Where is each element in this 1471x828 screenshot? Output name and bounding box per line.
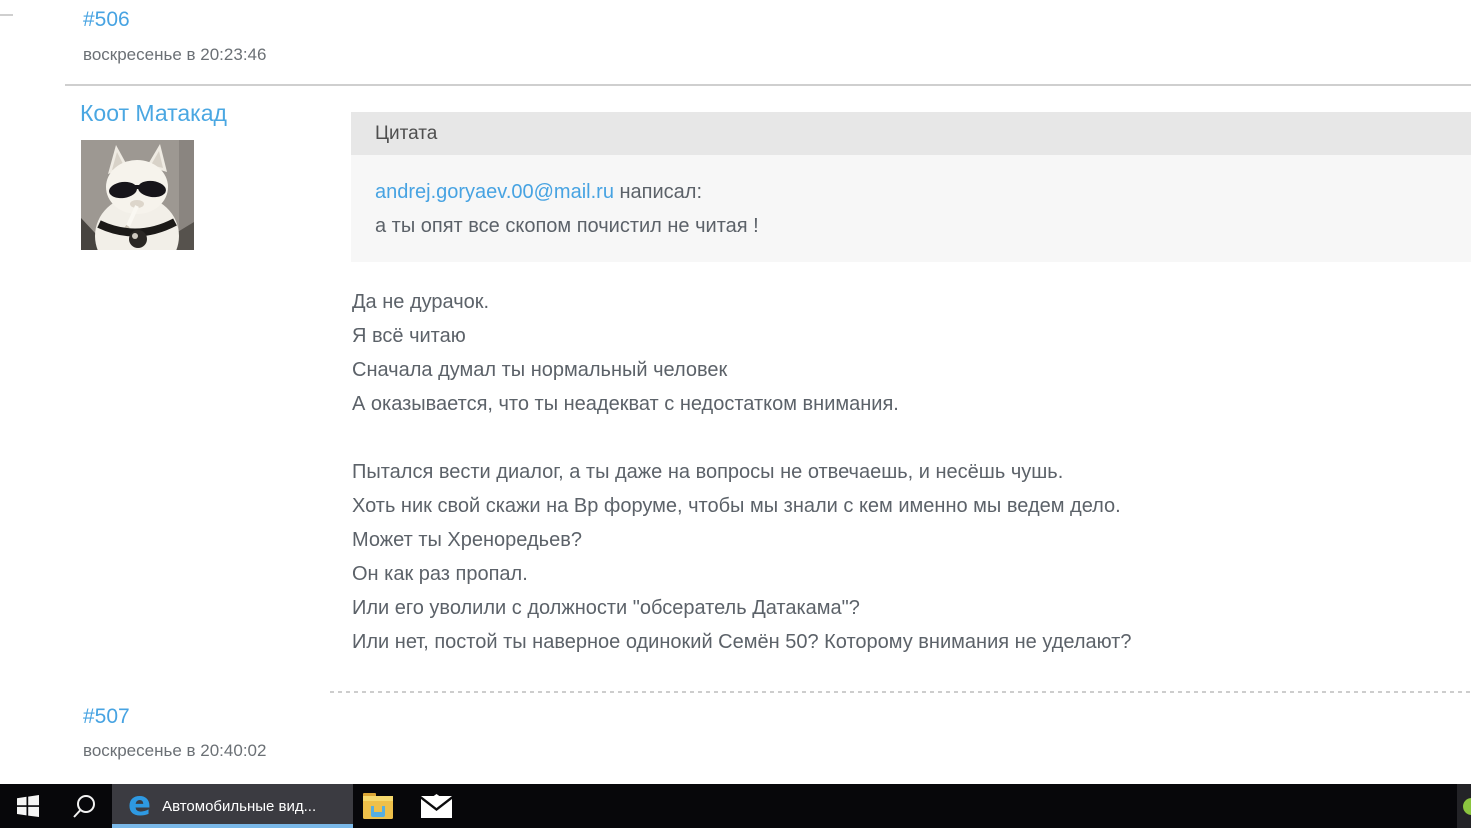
message-line: Может ты Хреноредьев? <box>352 523 1131 557</box>
taskbar-search-button[interactable] <box>56 784 112 828</box>
forum-page: #506 воскресенье в 20:23:46 Коот Матакад <box>0 0 1471 828</box>
message-line-blank <box>352 421 1131 455</box>
user-avatar[interactable] <box>81 140 194 250</box>
search-icon <box>72 794 97 819</box>
windows-logo-icon <box>17 795 39 817</box>
message-line: Или его уволили с должности "обсератель … <box>352 591 1131 625</box>
post-timestamp-507: воскресенье в 20:40:02 <box>83 741 266 761</box>
post-timestamp-506: воскресенье в 20:23:46 <box>83 45 266 65</box>
top-border-fragment <box>0 14 13 16</box>
quote-block: Цитата andrej.goryaev.00@mail.ru написал… <box>351 112 1471 262</box>
cat-avatar-image <box>81 140 194 250</box>
post-header-separator <box>65 84 1471 86</box>
message-line: Хоть ник свой скажи на Вр форуме, чтобы … <box>352 489 1131 523</box>
message-line: Пытался вести диалог, а ты даже на вопро… <box>352 455 1131 489</box>
message-line: Он как раз пропал. <box>352 557 1131 591</box>
quote-title: Цитата <box>351 112 1471 155</box>
message-line: Или нет, постой ты наверное одинокий Сем… <box>352 625 1131 659</box>
quoted-email-link[interactable]: andrej.goryaev.00@mail.ru <box>375 181 614 203</box>
quoted-text: а ты опят все скопом почистил не читая ! <box>375 209 1447 243</box>
quote-attribution-suffix: написал: <box>614 181 702 203</box>
taskbar: e Автомобильные вид... <box>0 784 1471 828</box>
post-message: Да не дурачок. Я всё читаю Сначала думал… <box>352 285 1131 659</box>
taskbar-partial-app-button[interactable] <box>1457 784 1471 828</box>
green-app-icon <box>1463 798 1471 815</box>
start-button[interactable] <box>0 784 56 828</box>
message-line: Я всё читаю <box>352 319 1131 353</box>
message-line: Да не дурачок. <box>352 285 1131 319</box>
mail-icon <box>421 794 452 818</box>
quote-attribution-line: andrej.goryaev.00@mail.ru написал: <box>375 175 1447 209</box>
author-username-link[interactable]: Коот Матакад <box>80 100 227 127</box>
edge-window-title: Автомобильные вид... <box>162 798 316 815</box>
message-line: А оказывается, что ты неадекват с недост… <box>352 387 1131 421</box>
file-explorer-icon <box>363 793 393 820</box>
quote-body: andrej.goryaev.00@mail.ru написал: а ты … <box>351 155 1471 262</box>
post-number-link-507[interactable]: #507 <box>83 705 130 729</box>
post-bottom-separator <box>330 691 1471 693</box>
post-number-link-506[interactable]: #506 <box>83 8 130 32</box>
message-line: Сначала думал ты нормальный человек <box>352 353 1131 387</box>
file-explorer-button[interactable] <box>353 784 403 828</box>
edge-browser-icon: e <box>128 787 151 821</box>
taskbar-edge-window-button[interactable]: e Автомобильные вид... <box>112 784 353 828</box>
taskbar-empty-area <box>469 784 1457 828</box>
mail-button[interactable] <box>403 784 469 828</box>
active-window-underline <box>112 824 353 828</box>
